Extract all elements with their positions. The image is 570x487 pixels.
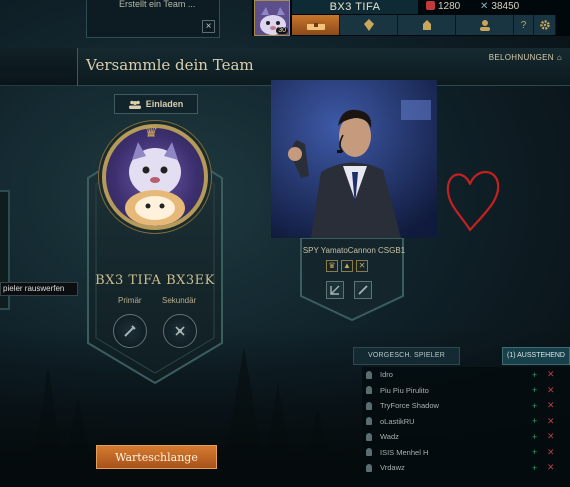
- member-name: SPY YamatoCannon CSGB1: [302, 246, 406, 255]
- primary-role-label: Primär: [118, 296, 142, 305]
- add-icon[interactable]: +: [532, 401, 537, 411]
- poro-icon: [125, 142, 185, 226]
- close-icon[interactable]: ✕: [547, 431, 555, 442]
- store-button[interactable]: [292, 15, 340, 35]
- level-badge: 30: [276, 27, 288, 34]
- list-item[interactable]: ISIS Menhel H + ✕: [362, 445, 570, 461]
- list-item[interactable]: Vrdawz + ✕: [362, 460, 570, 476]
- list-item[interactable]: Idro + ✕: [362, 367, 570, 383]
- user-icon: [366, 432, 372, 441]
- riot-points-icon: [426, 1, 435, 10]
- player-name: BX3 TIFA BX3EK: [95, 273, 215, 288]
- member-mini-icons: ♛ ▲ ✕: [326, 260, 368, 272]
- collection-button[interactable]: [398, 15, 456, 35]
- friend-name: TryForce Shadow: [380, 401, 439, 411]
- secondary-role-label: Sekundär: [162, 296, 197, 305]
- role-icon: [330, 285, 340, 295]
- blue-essence[interactable]: ✕ 38450: [476, 0, 570, 14]
- header-edge: [0, 48, 78, 86]
- crown-icon[interactable]: ♛: [326, 260, 338, 272]
- friend-name: Wadz: [380, 432, 399, 442]
- riot-points-value: 1280: [438, 1, 461, 12]
- invite-label: Einladen: [145, 99, 184, 109]
- rewards-button[interactable]: BELOHNUNGEN ⌂: [489, 53, 562, 62]
- list-item[interactable]: oLastikRU + ✕: [362, 414, 570, 430]
- blue-essence-icon: ✕: [480, 1, 489, 12]
- notification-text: Erstellt ein Team ...: [119, 0, 196, 9]
- close-icon[interactable]: ✕: [547, 400, 555, 411]
- add-icon[interactable]: +: [532, 463, 537, 473]
- kick-player-tooltip: pieler rauswerfen: [0, 282, 78, 296]
- find-match-button[interactable]: Warteschlange: [96, 445, 217, 469]
- member-role-button[interactable]: [354, 281, 372, 299]
- gear-icon: [539, 20, 550, 30]
- add-icon[interactable]: +: [532, 432, 537, 442]
- loot-button[interactable]: [340, 15, 398, 35]
- secondary-role-button[interactable]: [163, 314, 197, 348]
- add-icon[interactable]: +: [532, 385, 537, 395]
- drawn-heart-icon: [446, 170, 500, 232]
- friend-name: Vrdawz: [380, 463, 405, 473]
- add-icon[interactable]: +: [532, 416, 537, 426]
- home-icon: ⌂: [556, 53, 562, 62]
- caster-photo-image: [271, 80, 437, 238]
- list-item[interactable]: TryForce Shadow + ✕: [362, 398, 570, 414]
- support-icon: [175, 326, 185, 336]
- close-icon[interactable]: ✕: [547, 385, 555, 396]
- user-icon: [366, 401, 372, 410]
- champion-icon: [422, 20, 431, 30]
- help-button[interactable]: ?: [514, 15, 534, 35]
- add-icon[interactable]: +: [532, 370, 537, 380]
- blue-essence-value: 38450: [491, 1, 520, 12]
- tab-suggested-players[interactable]: VORGESCH. SPIELER: [353, 347, 460, 365]
- close-icon[interactable]: ✕: [547, 416, 555, 427]
- sword-icon: [358, 285, 368, 295]
- close-icon[interactable]: ✕: [547, 447, 555, 458]
- settings-button[interactable]: [534, 15, 556, 35]
- user-icon: [366, 448, 372, 457]
- profile-icon: [479, 20, 490, 31]
- fire-icon[interactable]: ▲: [341, 260, 353, 272]
- summoner-name: BX3 TIFA: [292, 0, 418, 14]
- add-icon[interactable]: +: [532, 447, 537, 457]
- user-icon: [366, 463, 372, 472]
- help-icon: ?: [520, 19, 527, 31]
- rewards-label: BELOHNUNGEN: [488, 53, 554, 62]
- friend-name: Piu Piu Pirulito: [380, 385, 429, 395]
- group-icon: [128, 100, 141, 109]
- close-icon[interactable]: ✕: [547, 462, 555, 473]
- caster-photo: [271, 80, 437, 238]
- crown-icon: ♛: [144, 124, 159, 141]
- crystal-icon: [363, 19, 374, 31]
- user-icon: [366, 370, 372, 379]
- nav-row: ?: [292, 15, 570, 35]
- page-title: Versammle dein Team: [86, 56, 254, 74]
- riot-points[interactable]: 1280: [420, 0, 472, 14]
- friend-name: ISIS Menhel H: [380, 447, 429, 457]
- tab-pending[interactable]: (1) AUSSTEHEND: [502, 347, 570, 365]
- friend-name: Idro: [380, 370, 393, 380]
- close-icon[interactable]: ✕: [547, 369, 555, 380]
- invite-button[interactable]: Einladen: [114, 94, 198, 114]
- list-item[interactable]: Piu Piu Pirulito + ✕: [362, 383, 570, 399]
- close-icon[interactable]: ✕: [356, 260, 368, 272]
- close-icon[interactable]: ×: [202, 20, 215, 33]
- friends-list: Idro + ✕ Piu Piu Pirulito + ✕ TryForce Shado…: [362, 367, 570, 487]
- user-icon: [366, 417, 372, 426]
- avatar[interactable]: 30: [254, 0, 290, 36]
- store-chest-icon: [306, 21, 325, 30]
- notification-popup: Erstellt ein Team ... ×: [86, 0, 220, 38]
- sword-icon: [124, 325, 136, 337]
- member-role-buttons: [326, 281, 372, 299]
- profile-button[interactable]: [456, 15, 514, 35]
- user-icon: [366, 386, 372, 395]
- friend-name: oLastikRU: [380, 416, 415, 426]
- member-role-button[interactable]: [326, 281, 344, 299]
- primary-role-button[interactable]: [113, 314, 147, 348]
- top-bar: 30 BX3 TIFA 1280 ✕ 38450 ?: [252, 0, 570, 36]
- list-item[interactable]: Wadz + ✕: [362, 429, 570, 445]
